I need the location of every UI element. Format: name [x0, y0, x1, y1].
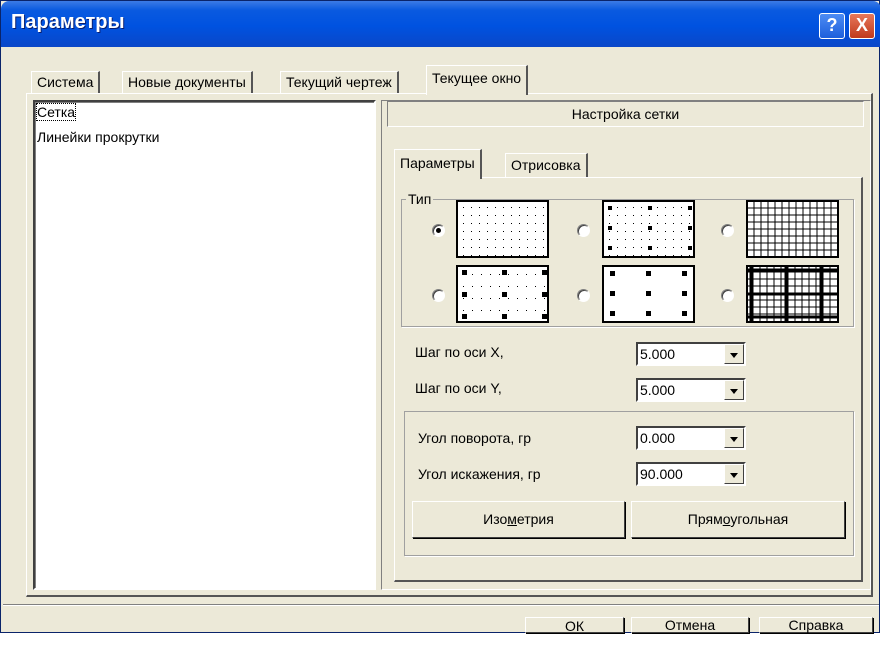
chevron-down-icon[interactable] — [724, 344, 744, 364]
angle-skew-combo[interactable]: 90.000 — [636, 462, 746, 486]
grid-lines-fine-icon — [746, 200, 839, 258]
help-button[interactable]: ? — [819, 13, 845, 39]
angle-rotation-combo[interactable]: 0.000 — [636, 426, 746, 450]
rectangular-button[interactable]: Прямоугольная — [631, 501, 845, 538]
grid-squares-icon — [602, 265, 695, 323]
angle-rotation-label: Угол поворота, гр — [418, 430, 532, 446]
grid-lines-bold-icon — [746, 265, 839, 323]
tree-item-scrollbars[interactable]: Линейки прокрутки — [37, 129, 159, 145]
ok-button[interactable]: ОК — [525, 617, 624, 634]
step-y-combo[interactable]: 5.000 — [636, 378, 746, 402]
divider — [3, 604, 879, 606]
grid-type-radio-3[interactable] — [721, 224, 734, 237]
cancel-button[interactable]: Отмена — [631, 617, 749, 633]
type-group-label: Тип — [406, 191, 434, 207]
title-bar: Параметры ? X — [1, 1, 880, 47]
panel-header: Настройка сетки — [387, 101, 864, 127]
dialog-window: Параметры ? X Система Новые документы Те… — [0, 0, 880, 634]
step-x-value: 5.000 — [640, 346, 676, 362]
tab-new-documents[interactable]: Новые документы — [122, 71, 253, 93]
settings-tree[interactable] — [33, 100, 376, 590]
tab-system[interactable]: Система — [31, 71, 101, 93]
subtab-parameters[interactable]: Параметры — [394, 149, 482, 179]
grid-dots-squares-icon — [456, 265, 549, 323]
step-x-label: Шаг по оси X, — [415, 344, 504, 360]
grid-type-radio-1[interactable] — [432, 224, 445, 237]
subtab-drawing[interactable]: Отрисовка — [505, 153, 588, 177]
grid-dots-mixed-icon — [602, 200, 695, 258]
window-title: Параметры — [11, 11, 125, 33]
grid-dots-fine-icon — [456, 200, 549, 258]
chevron-down-icon[interactable] — [724, 380, 744, 400]
tree-item-grid[interactable]: Сетка — [35, 103, 77, 121]
grid-type-radio-4[interactable] — [432, 289, 445, 302]
isometry-button[interactable]: Изометрия — [412, 501, 625, 538]
angle-skew-value: 90.000 — [640, 466, 683, 482]
tab-current-window[interactable]: Текущее окно — [426, 65, 529, 95]
step-y-label: Шаг по оси Y, — [415, 380, 502, 396]
grid-type-radio-6[interactable] — [721, 289, 734, 302]
help-dialog-button[interactable]: Справка — [759, 617, 873, 633]
close-button[interactable]: X — [849, 13, 875, 39]
chevron-down-icon[interactable] — [724, 464, 744, 484]
angle-skew-label: Угол искажения, гр — [418, 466, 541, 482]
chevron-down-icon[interactable] — [724, 428, 744, 448]
angle-rotation-value: 0.000 — [640, 430, 676, 446]
step-y-value: 5.000 — [640, 382, 676, 398]
tab-current-drawing[interactable]: Текущий чертеж — [280, 71, 399, 93]
step-x-combo[interactable]: 5.000 — [636, 342, 746, 366]
grid-type-radio-2[interactable] — [577, 224, 590, 237]
grid-type-radio-5[interactable] — [577, 289, 590, 302]
